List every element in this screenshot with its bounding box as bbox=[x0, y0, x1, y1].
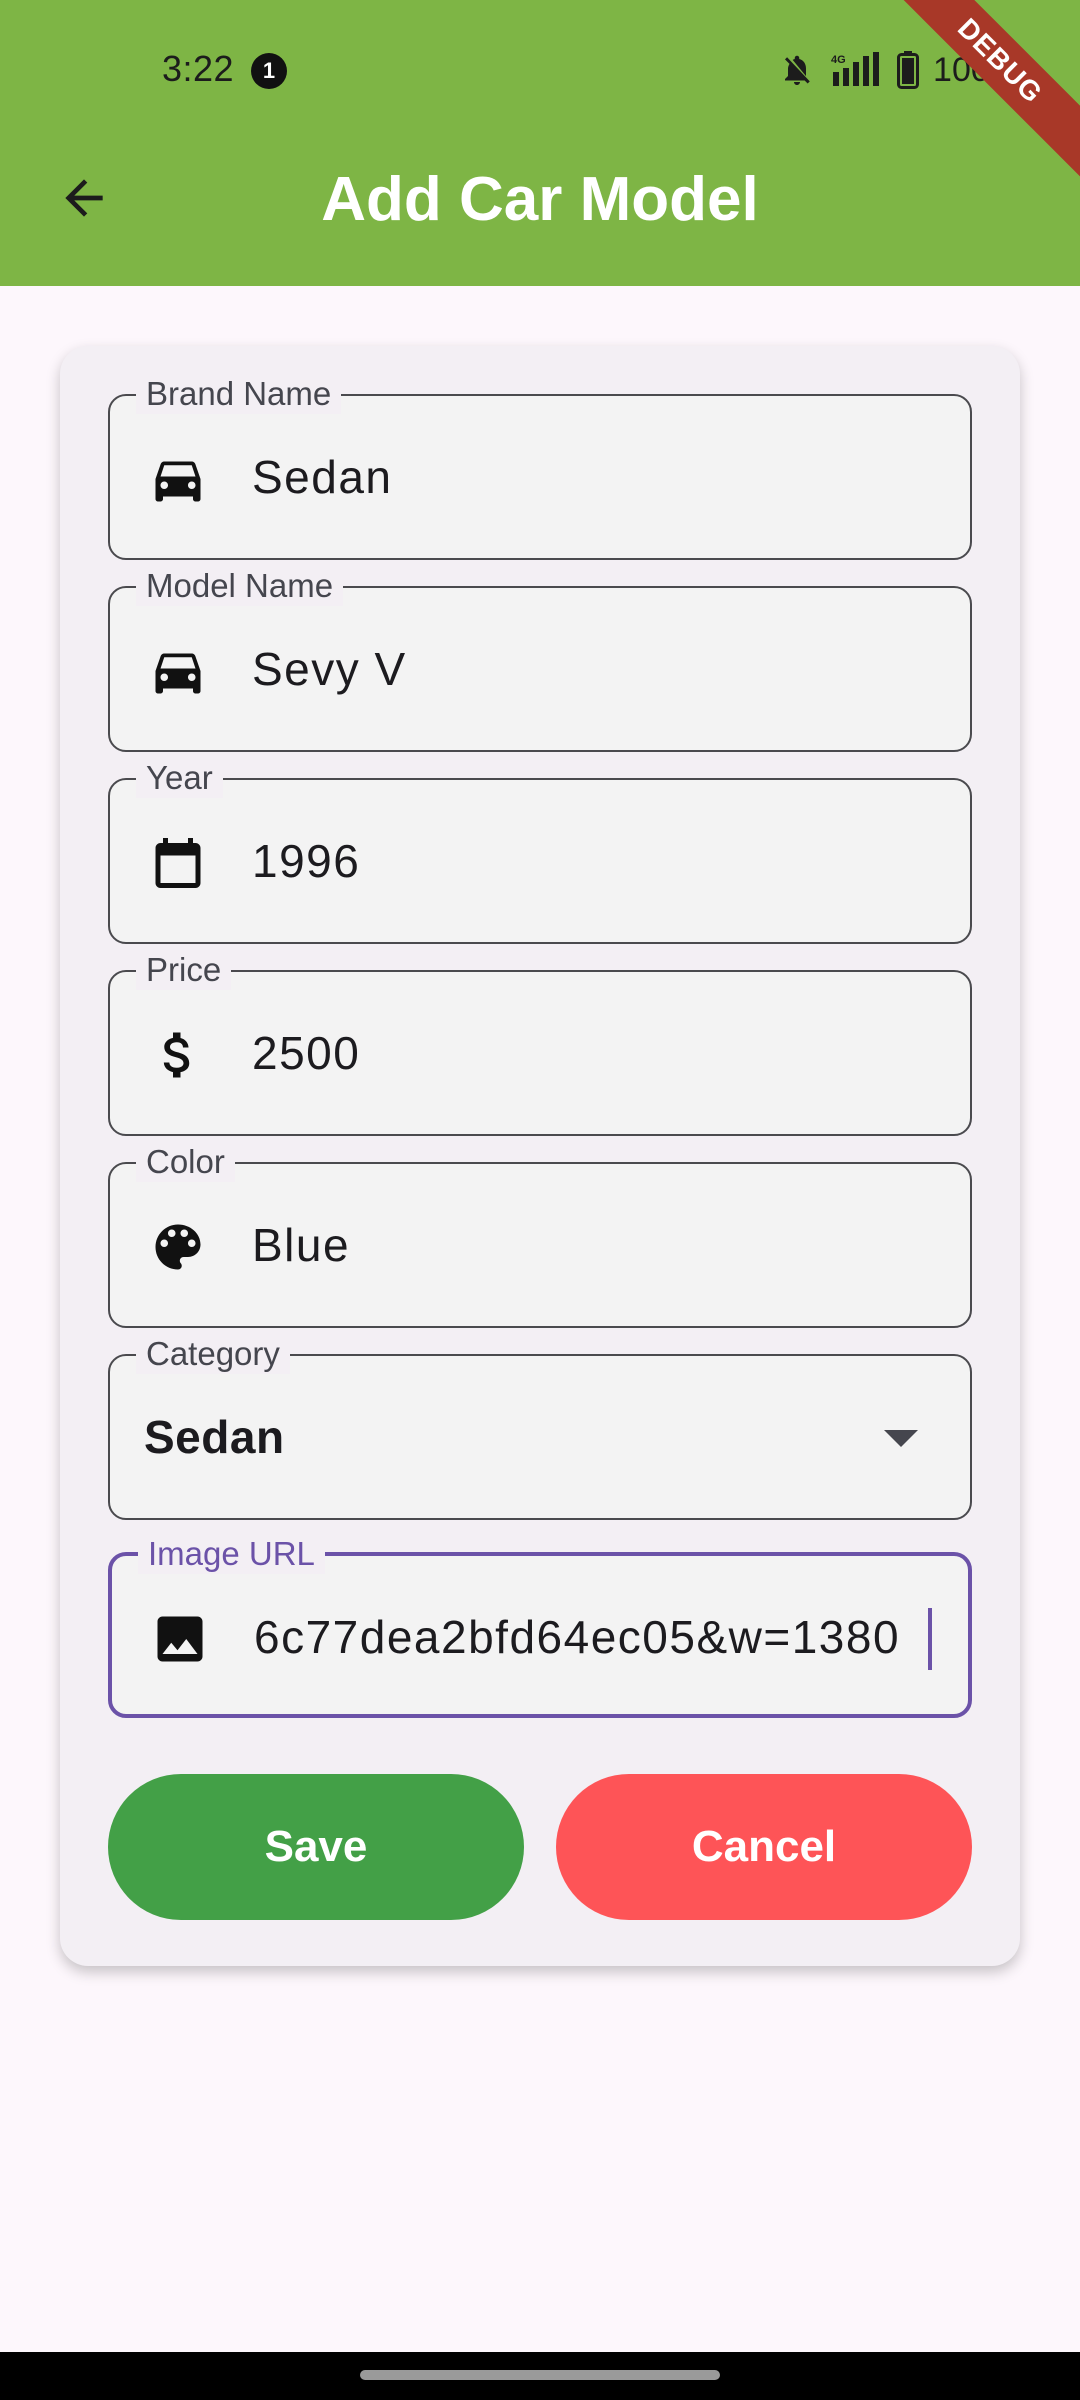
form-card: Brand Name Sedan Model Name Sevy V Year … bbox=[60, 346, 1020, 1966]
brand-name-field[interactable]: Brand Name Sedan bbox=[108, 374, 972, 560]
dollar-icon bbox=[148, 1025, 208, 1085]
svg-text:4G: 4G bbox=[831, 54, 846, 66]
year-value: 1996 bbox=[252, 835, 361, 887]
car-icon bbox=[148, 449, 208, 509]
bell-off-icon bbox=[785, 55, 810, 85]
price-value: 2500 bbox=[252, 1027, 361, 1079]
model-name-value: Sevy V bbox=[252, 643, 407, 695]
calendar-icon bbox=[148, 833, 208, 893]
system-nav-bar bbox=[0, 2352, 1080, 2400]
category-selected-value: Sedan bbox=[144, 1411, 285, 1463]
palette-icon bbox=[148, 1217, 208, 1277]
category-dropdown[interactable]: Category Sedan bbox=[108, 1334, 972, 1520]
debug-banner: DEBUG bbox=[876, 0, 1080, 185]
color-label: Color bbox=[136, 1142, 235, 1182]
cancel-button[interactable]: Cancel bbox=[556, 1774, 972, 1920]
app-bar: 3:22 1 4G 100% DEBUG Add Car Model bbox=[0, 0, 1080, 286]
text-cursor bbox=[928, 1608, 932, 1670]
save-button[interactable]: Save bbox=[108, 1774, 524, 1920]
year-label: Year bbox=[136, 758, 223, 798]
price-field[interactable]: Price 2500 bbox=[108, 950, 972, 1136]
price-label: Price bbox=[136, 950, 232, 990]
battery-icon bbox=[897, 51, 920, 89]
dropdown-arrow-icon bbox=[884, 1430, 918, 1447]
image-url-field[interactable]: Image URL 6c77dea2bfd64ec05&w=1380 bbox=[108, 1534, 972, 1718]
status-time: 3:22 bbox=[162, 48, 235, 89]
color-value: Blue bbox=[252, 1219, 351, 1271]
page-title: Add Car Model bbox=[321, 165, 759, 234]
car-icon bbox=[148, 641, 208, 701]
signal-icon: 4G bbox=[831, 52, 880, 86]
year-field[interactable]: Year 1996 bbox=[108, 758, 972, 944]
image-icon bbox=[150, 1609, 210, 1669]
image-url-value: 6c77dea2bfd64ec05&w=1380 bbox=[254, 1611, 901, 1663]
home-gesture-handle[interactable] bbox=[360, 2370, 720, 2380]
model-name-field[interactable]: Model Name Sevy V bbox=[108, 566, 972, 752]
brand-name-value: Sedan bbox=[252, 451, 393, 503]
color-field[interactable]: Color Blue bbox=[108, 1142, 972, 1328]
notification-count-badge: 1 bbox=[251, 53, 287, 89]
